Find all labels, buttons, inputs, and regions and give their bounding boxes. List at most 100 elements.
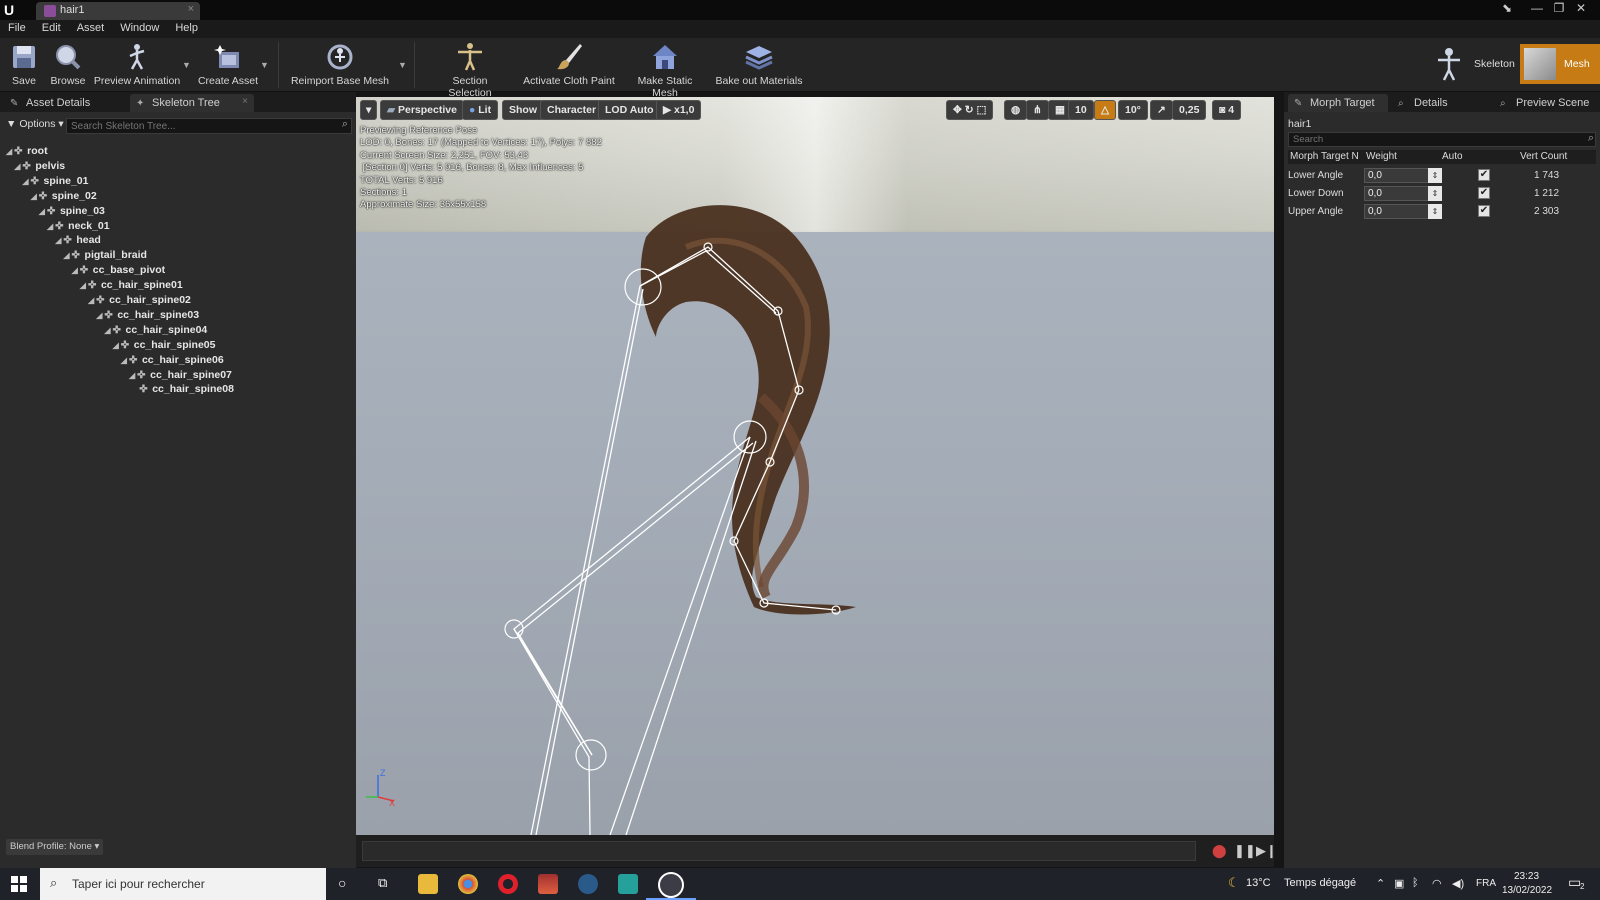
auto-checkbox[interactable]: ✔ (1478, 169, 1490, 181)
reimport-dropdown-icon[interactable]: ▼ (398, 60, 407, 70)
skeleton-mode-button[interactable] (1432, 46, 1466, 82)
morph-target-row[interactable]: Lower Angle ⇕ ✔ 1 743 (1288, 167, 1596, 184)
create-asset-button[interactable]: Create Asset (196, 40, 260, 90)
preview-animation-dropdown-icon[interactable]: ▼ (182, 60, 191, 70)
bone-row[interactable]: ◢ ✜ cc_hair_spine03 (96, 309, 199, 324)
expand-arrow-icon[interactable]: ◢ (31, 192, 37, 201)
winrar-icon[interactable] (538, 874, 558, 894)
surface-snap-button[interactable]: ⋔ (1026, 100, 1049, 120)
search-icon[interactable]: ⌕ (342, 118, 348, 131)
browse-button[interactable]: Browse (48, 40, 88, 90)
morph-target-row[interactable]: Upper Angle ⇕ ✔ 2 303 (1288, 203, 1596, 220)
steam-icon[interactable] (578, 874, 598, 894)
rotation-snap-value[interactable]: 10° (1118, 100, 1148, 120)
bone-row[interactable]: ◢ ✜ pigtail_braid (63, 249, 147, 264)
camera-speed-button[interactable]: ◙ 4 (1212, 100, 1242, 120)
bone-row[interactable]: ◢ ✜ head (55, 234, 101, 249)
grid-snap-value[interactable]: 10 (1068, 100, 1094, 120)
transform-mode-group[interactable]: ✥ ↻ ⬚ (946, 100, 994, 120)
viewport-options-dropdown[interactable]: ▾ (360, 100, 378, 120)
spinner-arrows-icon[interactable]: ⇕ (1428, 168, 1442, 183)
clock-time[interactable]: 23:23 (1514, 871, 1539, 882)
column-header-weight[interactable]: Weight (1366, 151, 1397, 162)
bone-row[interactable]: ◢ ✜ neck_01 (47, 220, 110, 235)
bone-row[interactable]: ◢ ✜ cc_base_pivot (72, 264, 166, 279)
morph-target-row[interactable]: Lower Down ⇕ ✔ 1 212 (1288, 185, 1596, 202)
clock-date[interactable]: 13/02/2022 (1502, 885, 1552, 896)
menu-asset[interactable]: Asset (69, 20, 113, 36)
bone-row[interactable]: ◢ ✜ spine_02 (31, 190, 97, 205)
windows-start-icon[interactable] (10, 875, 28, 893)
character-button[interactable]: Character (540, 100, 604, 120)
bone-row[interactable]: ◢ ✜ cc_hair_spine06 (121, 354, 224, 369)
close-tab-icon[interactable]: × (188, 3, 194, 15)
scale-snap-toggle[interactable]: ↗ (1150, 100, 1173, 120)
expand-arrow-icon[interactable]: ◢ (47, 222, 53, 231)
preview-animation-button[interactable]: Preview Animation (92, 40, 182, 90)
bone-row[interactable]: ◢ ✜ root (6, 145, 48, 160)
task-view-icon[interactable]: ⧉ (378, 875, 387, 891)
column-header-vert-count[interactable]: Vert Count (1520, 151, 1567, 162)
show-button[interactable]: Show (502, 100, 544, 120)
menu-help[interactable]: Help (167, 20, 206, 36)
cortana-icon[interactable]: ○ (338, 875, 346, 891)
column-header-auto[interactable]: Auto (1442, 151, 1463, 162)
options-dropdown[interactable]: ▼ Options ▾ (6, 118, 64, 130)
world-local-button[interactable]: ◍ (1004, 100, 1028, 120)
file-explorer-icon[interactable] (418, 874, 438, 894)
bone-row[interactable]: ◢ ✜ spine_03 (39, 205, 105, 220)
blend-profile-dropdown[interactable]: Blend Profile: None ▾ (6, 839, 104, 855)
weather-temperature[interactable]: 13°C (1246, 877, 1271, 889)
auto-checkbox[interactable]: ✔ (1478, 187, 1490, 199)
timeline-scrubber[interactable] (362, 841, 1196, 861)
activate-cloth-paint-button[interactable]: Activate Cloth Paint (522, 40, 616, 90)
rotation-snap-toggle[interactable]: △ (1094, 100, 1117, 120)
tray-expand-icon[interactable]: ⌃ (1376, 877, 1385, 890)
pause-button[interactable]: ❚❚ (1234, 843, 1256, 859)
record-button[interactable]: ⬤ (1212, 843, 1227, 859)
scale-snap-value[interactable]: 0,25 (1172, 100, 1207, 120)
bone-row[interactable]: ◢ ✜ cc_hair_spine01 (80, 279, 183, 294)
lod-button[interactable]: LOD Auto (598, 100, 661, 120)
lit-button[interactable]: ● Lit (462, 100, 499, 120)
bluetooth-icon[interactable]: ᛒ (1412, 877, 1419, 889)
tab-details[interactable]: ⌕ Details (1392, 94, 1488, 112)
unreal-logo-icon[interactable]: U (4, 2, 20, 18)
tab-asset-details[interactable]: ✎ Asset Details (4, 94, 126, 112)
auto-checkbox[interactable]: ✔ (1478, 205, 1490, 217)
help-pin-icon[interactable]: ⬊ (1498, 1, 1516, 17)
expand-arrow-icon[interactable]: ◢ (121, 356, 127, 365)
language-indicator[interactable]: FRA (1476, 878, 1496, 889)
maximize-button[interactable]: ❐ (1550, 1, 1568, 17)
bone-row[interactable]: ◢ ✜ cc_hair_spine02 (88, 294, 191, 309)
bone-row[interactable]: ◢ ✜ cc_hair_spine04 (104, 324, 207, 339)
close-window-button[interactable]: ✕ (1572, 1, 1590, 17)
unreal-engine-taskbar-icon[interactable] (658, 872, 684, 898)
expand-arrow-icon[interactable]: ◢ (39, 207, 45, 216)
wifi-icon[interactable]: ◠ (1432, 877, 1442, 890)
menu-edit[interactable]: Edit (34, 20, 69, 36)
bone-row[interactable]: ◢ ✜ pelvis (14, 160, 65, 175)
skeleton-search-input[interactable] (66, 118, 352, 134)
play-rate-button[interactable]: ▶ x1,0 (656, 100, 702, 120)
document-tab[interactable]: hair1 × (36, 2, 200, 20)
bake-out-materials-button[interactable]: Bake out Materials (714, 40, 804, 90)
chrome-icon[interactable] (458, 874, 478, 894)
expand-arrow-icon[interactable]: ◢ (22, 177, 28, 186)
skeleton-mode-label[interactable]: Skeleton (1474, 58, 1515, 70)
bone-row[interactable]: ✜ cc_hair_spine08 (137, 383, 234, 398)
column-header-name[interactable]: Morph Target N (1290, 151, 1359, 162)
expand-arrow-icon[interactable]: ◢ (72, 266, 78, 275)
reimport-base-mesh-button[interactable]: Reimport Base Mesh (290, 40, 390, 90)
expand-arrow-icon[interactable]: ◢ (63, 251, 69, 260)
bone-row[interactable]: ◢ ✜ cc_hair_spine07 (129, 369, 232, 384)
search-icon[interactable]: ⌕ (1588, 132, 1594, 145)
perspective-button[interactable]: ▰ Perspective (380, 100, 464, 120)
step-forward-button[interactable]: ▶❙ (1256, 843, 1277, 859)
expand-arrow-icon[interactable]: ◢ (96, 311, 102, 320)
network-adapter-icon[interactable]: ▣ (1394, 877, 1404, 890)
opera-icon[interactable] (498, 874, 518, 894)
volume-icon[interactable]: ◀) (1452, 877, 1464, 890)
minimize-button[interactable]: — (1528, 1, 1546, 17)
tab-preview-scene[interactable]: ⌕ Preview Scene (1494, 94, 1598, 112)
